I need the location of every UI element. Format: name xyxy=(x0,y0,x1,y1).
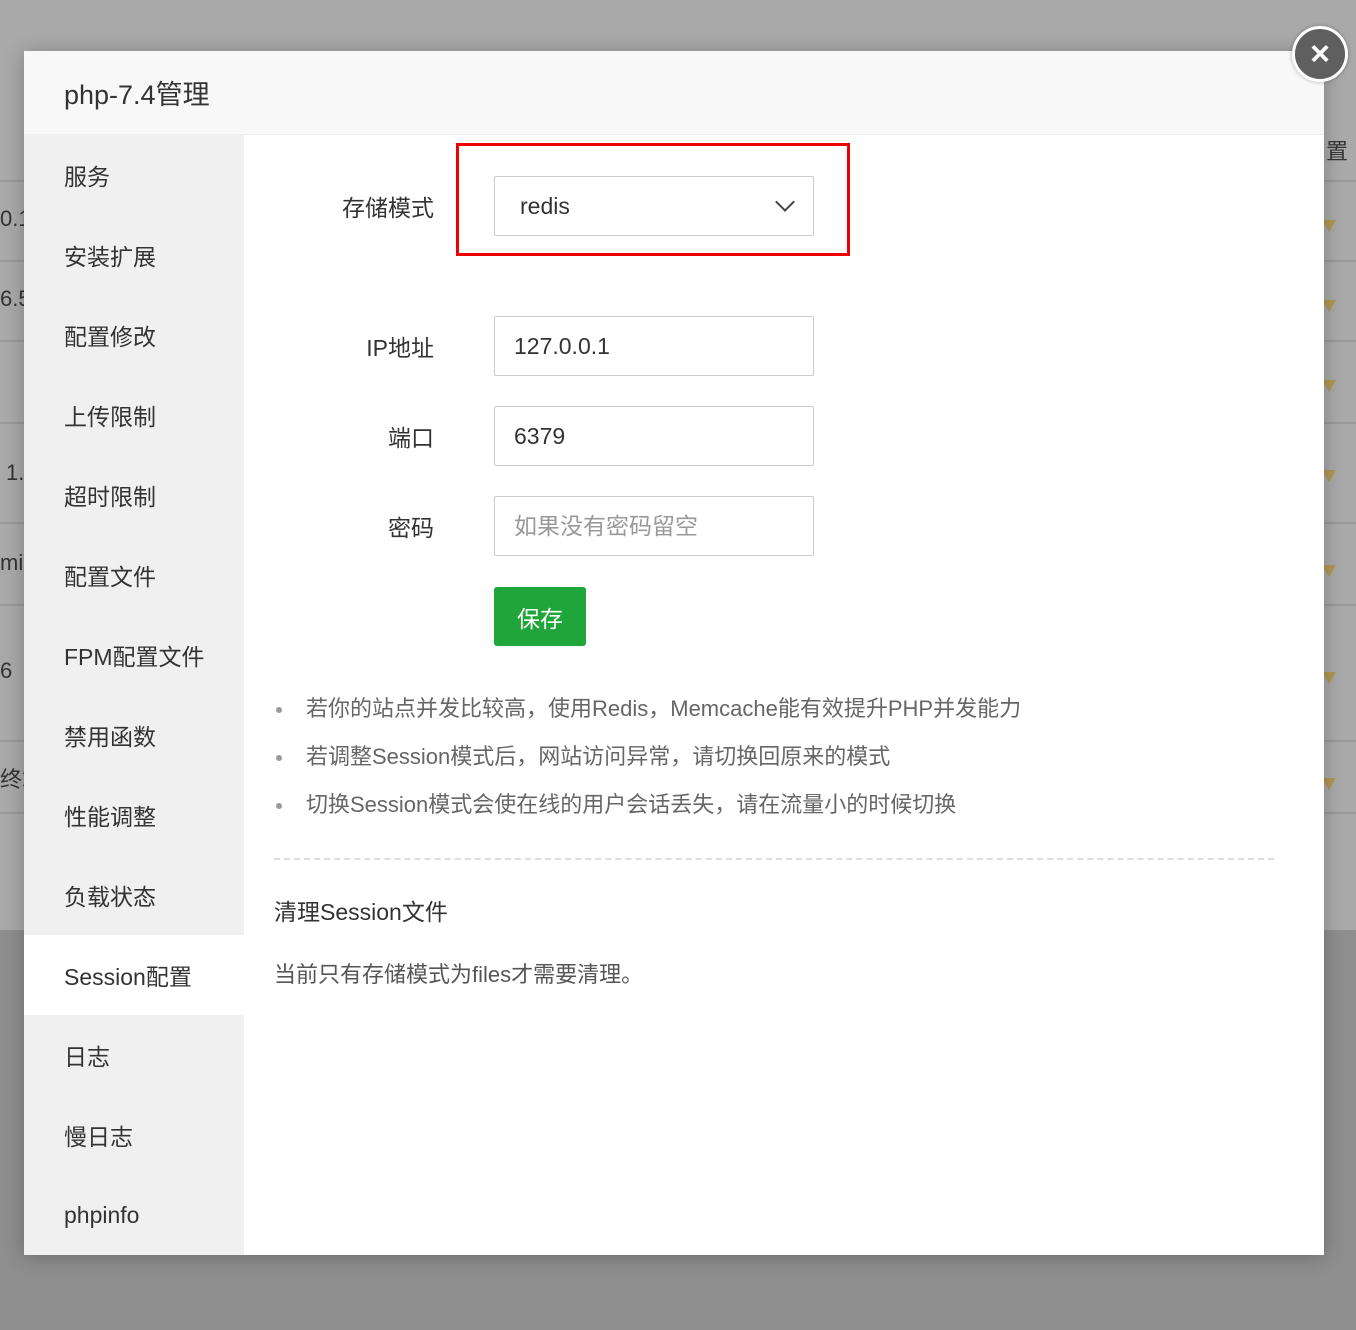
session-config-panel: 存储模式 redis IP地址 端口 密码 xyxy=(244,135,1324,1255)
close-button[interactable]: × xyxy=(1292,26,1348,82)
save-button[interactable]: 保存 xyxy=(494,587,586,646)
sidebar-item-label: phpinfo xyxy=(64,1201,140,1228)
port-row: 端口 xyxy=(244,406,814,466)
sidebar-item-session-config[interactable]: Session配置 xyxy=(24,935,244,1015)
sidebar-item-label: 超时限制 xyxy=(64,484,156,510)
dashed-divider xyxy=(274,858,1274,860)
sidebar-item-label: 负载状态 xyxy=(64,884,156,910)
password-field[interactable] xyxy=(494,496,814,556)
sidebar-item-fpm-config-file[interactable]: FPM配置文件 xyxy=(24,615,244,695)
list-item: 若调整Session模式后，网站访问异常，请切换回原来的模式 xyxy=(274,733,1021,781)
password-label: 密码 xyxy=(388,515,434,541)
sidebar-item-label: 日志 xyxy=(64,1044,110,1070)
ip-input[interactable] xyxy=(512,331,796,361)
background-arrow-icon xyxy=(1322,672,1336,684)
background-text: 1. xyxy=(6,460,25,485)
close-icon: × xyxy=(1310,35,1330,73)
sidebar-item-label: 禁用函数 xyxy=(64,724,156,750)
sidebar-item-label: 配置文件 xyxy=(64,564,156,590)
sidebar-item-slow-log[interactable]: 慢日志 xyxy=(24,1095,244,1175)
sidebar-item-service[interactable]: 服务 xyxy=(24,135,244,215)
cleanup-section-title: 清理Session文件 xyxy=(274,899,448,925)
cleanup-section-text: 当前只有存储模式为files才需要清理。 xyxy=(274,962,644,987)
background-arrow-icon xyxy=(1322,300,1336,312)
sidebar-item-install-extension[interactable]: 安装扩展 xyxy=(24,215,244,295)
sidebar-item-phpinfo[interactable]: phpinfo xyxy=(24,1175,244,1255)
sidebar-item-label: 安装扩展 xyxy=(64,244,156,270)
background-arrow-icon xyxy=(1322,220,1336,232)
background-text: mi xyxy=(0,550,24,575)
sidebar-item-label: 性能调整 xyxy=(64,804,156,830)
background-arrow-icon xyxy=(1322,380,1336,392)
tips-list: 若你的站点并发比较高，使用Redis，Memcache能有效提升PHP并发能力 … xyxy=(274,685,1021,829)
ip-label: IP地址 xyxy=(366,335,434,361)
sidebar-item-label: 服务 xyxy=(64,164,110,190)
storage-mode-row: 存储模式 redis xyxy=(244,176,814,236)
port-field[interactable] xyxy=(494,406,814,466)
port-label: 端口 xyxy=(388,425,434,451)
highlight-annotation-box xyxy=(456,143,850,256)
ip-field[interactable] xyxy=(494,316,814,376)
background-text: 置 xyxy=(1326,139,1349,164)
sidebar-item-label: FPM配置文件 xyxy=(64,644,205,670)
sidebar-item-label: Session配置 xyxy=(64,964,192,990)
list-item: 若你的站点并发比较高，使用Redis，Memcache能有效提升PHP并发能力 xyxy=(274,685,1021,733)
sidebar-item-timeout-limit[interactable]: 超时限制 xyxy=(24,455,244,535)
dialog-title: php-7.4管理 xyxy=(64,80,210,110)
list-item: 切换Session模式会使在线的用户会话丢失，请在流量小的时候切换 xyxy=(274,781,1021,829)
storage-mode-label: 存储模式 xyxy=(342,195,434,221)
background-arrow-icon xyxy=(1322,565,1336,577)
background-arrow-icon xyxy=(1322,470,1336,482)
sidebar: 服务 安装扩展 配置修改 上传限制 超时限制 配置文件 FPM配置文件 禁用函数… xyxy=(24,135,244,1255)
sidebar-item-config-edit[interactable]: 配置修改 xyxy=(24,295,244,375)
dialog-header: php-7.4管理 xyxy=(24,51,1324,135)
php-manage-dialog: php-7.4管理 服务 安装扩展 配置修改 上传限制 超时限制 配置文件 FP… xyxy=(24,51,1324,1255)
port-input[interactable] xyxy=(512,421,796,451)
sidebar-item-label: 配置修改 xyxy=(64,324,156,350)
sidebar-item-label: 上传限制 xyxy=(64,404,156,430)
sidebar-item-config-file[interactable]: 配置文件 xyxy=(24,535,244,615)
sidebar-item-load-status[interactable]: 负载状态 xyxy=(24,855,244,935)
ip-row: IP地址 xyxy=(244,316,814,376)
password-input[interactable] xyxy=(512,511,796,541)
sidebar-item-performance-tuning[interactable]: 性能调整 xyxy=(24,775,244,855)
sidebar-item-log[interactable]: 日志 xyxy=(24,1015,244,1095)
background-arrow-icon xyxy=(1322,778,1336,790)
sidebar-item-label: 慢日志 xyxy=(64,1124,133,1150)
password-row: 密码 xyxy=(244,496,814,556)
sidebar-item-upload-limit[interactable]: 上传限制 xyxy=(24,375,244,455)
sidebar-item-disabled-functions[interactable]: 禁用函数 xyxy=(24,695,244,775)
background-text: 6 xyxy=(0,658,13,683)
